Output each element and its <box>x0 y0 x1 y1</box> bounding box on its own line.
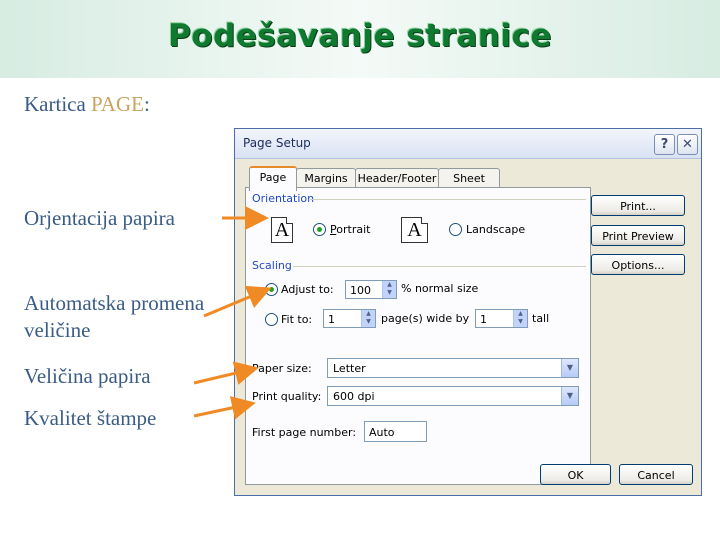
percent-normal-size-label: % normal size <box>401 282 479 295</box>
pages-tall-spinner[interactable]: ▲ ▼ <box>513 310 527 327</box>
print-quality-label: Print quality: <box>252 390 322 403</box>
adjust-to-label[interactable]: Adjust to: <box>281 283 334 296</box>
scaling-divider <box>293 266 586 267</box>
pages-wide-value: 1 <box>328 313 335 326</box>
print-quality-select[interactable]: 600 dpi ▼ <box>327 386 579 406</box>
paper-size-select[interactable]: Letter ▼ <box>327 358 579 378</box>
ok-button[interactable]: OK <box>540 464 611 485</box>
options-button[interactable]: Options... <box>591 254 685 275</box>
adjust-to-value: 100 <box>350 284 371 297</box>
print-quality-value: 600 dpi <box>333 390 375 403</box>
pages-wide-input[interactable]: 1 ▲ ▼ <box>323 309 376 328</box>
tab-page[interactable]: Page <box>249 166 297 191</box>
fit-to-label[interactable]: Fit to: <box>281 313 312 326</box>
slide-title: Podešavanje stranice <box>168 18 552 54</box>
help-button[interactable]: ? <box>654 134 675 155</box>
portrait-label-text: ortrait <box>336 223 371 236</box>
pages-wide-spinner[interactable]: ▲ ▼ <box>361 310 375 327</box>
label-print-quality: Kvalitet štampe <box>24 406 157 430</box>
chevron-down-icon[interactable]: ▼ <box>561 359 578 377</box>
close-button[interactable]: ✕ <box>677 134 698 155</box>
paper-size-label: Paper size: <box>252 362 312 375</box>
first-page-number-label: First page number: <box>252 426 357 439</box>
scaling-group-label: Scaling <box>252 259 292 272</box>
label-auto-scale: Automatska promena veličine <box>24 291 205 342</box>
adjust-to-spinner[interactable]: ▲ ▼ <box>382 281 396 298</box>
slide-header: Podešavanje stranice <box>0 0 720 78</box>
radio-selected-dot <box>269 287 274 292</box>
dialog-titlebar: Page Setup ? ✕ <box>235 129 701 159</box>
dialog-title: Page Setup <box>243 136 311 150</box>
pages-tall-value: 1 <box>480 313 487 326</box>
portrait-radio[interactable] <box>313 223 326 236</box>
subtitle-highlight: PAGE <box>91 92 144 116</box>
page-setup-dialog: Page Setup ? ✕ Page Margins Header/Foote… <box>234 128 702 496</box>
cancel-button[interactable]: Cancel <box>619 464 693 485</box>
tab-header-footer[interactable]: Header/Footer <box>355 168 439 189</box>
print-button[interactable]: Print... <box>591 195 685 216</box>
tab-margins[interactable]: Margins <box>296 168 356 189</box>
portrait-page-icon: A <box>271 217 293 243</box>
tall-label: tall <box>532 312 550 325</box>
adjust-to-radio[interactable] <box>265 283 278 296</box>
orientation-group-label: Orientation <box>252 192 315 205</box>
label-orientation: Orjentacija papira <box>24 206 175 230</box>
portrait-label[interactable]: Portrait <box>330 223 370 236</box>
chevron-down-icon[interactable]: ▼ <box>561 387 578 405</box>
orientation-divider <box>310 199 586 200</box>
paper-size-value: Letter <box>333 362 366 375</box>
fit-to-radio[interactable] <box>265 313 278 326</box>
pages-wide-label: page(s) wide by <box>381 312 470 325</box>
adjust-to-input[interactable]: 100 ▲ ▼ <box>345 280 397 299</box>
label-paper-size: Veličina papira <box>24 364 151 388</box>
print-preview-button[interactable]: Print Preview <box>591 225 685 246</box>
landscape-page-icon: A <box>401 217 428 243</box>
radio-selected-dot <box>317 227 322 232</box>
subtitle-prefix: Kartica <box>24 92 92 116</box>
slide-subtitle: Kartica PAGE: <box>24 92 150 117</box>
subtitle-suffix: : <box>143 92 150 116</box>
pages-tall-input[interactable]: 1 ▲ ▼ <box>475 309 528 328</box>
first-page-number-input[interactable]: Auto <box>364 421 427 442</box>
landscape-label[interactable]: Landscape <box>466 223 525 236</box>
tab-sheet[interactable]: Sheet <box>438 168 500 189</box>
landscape-radio[interactable] <box>449 223 462 236</box>
